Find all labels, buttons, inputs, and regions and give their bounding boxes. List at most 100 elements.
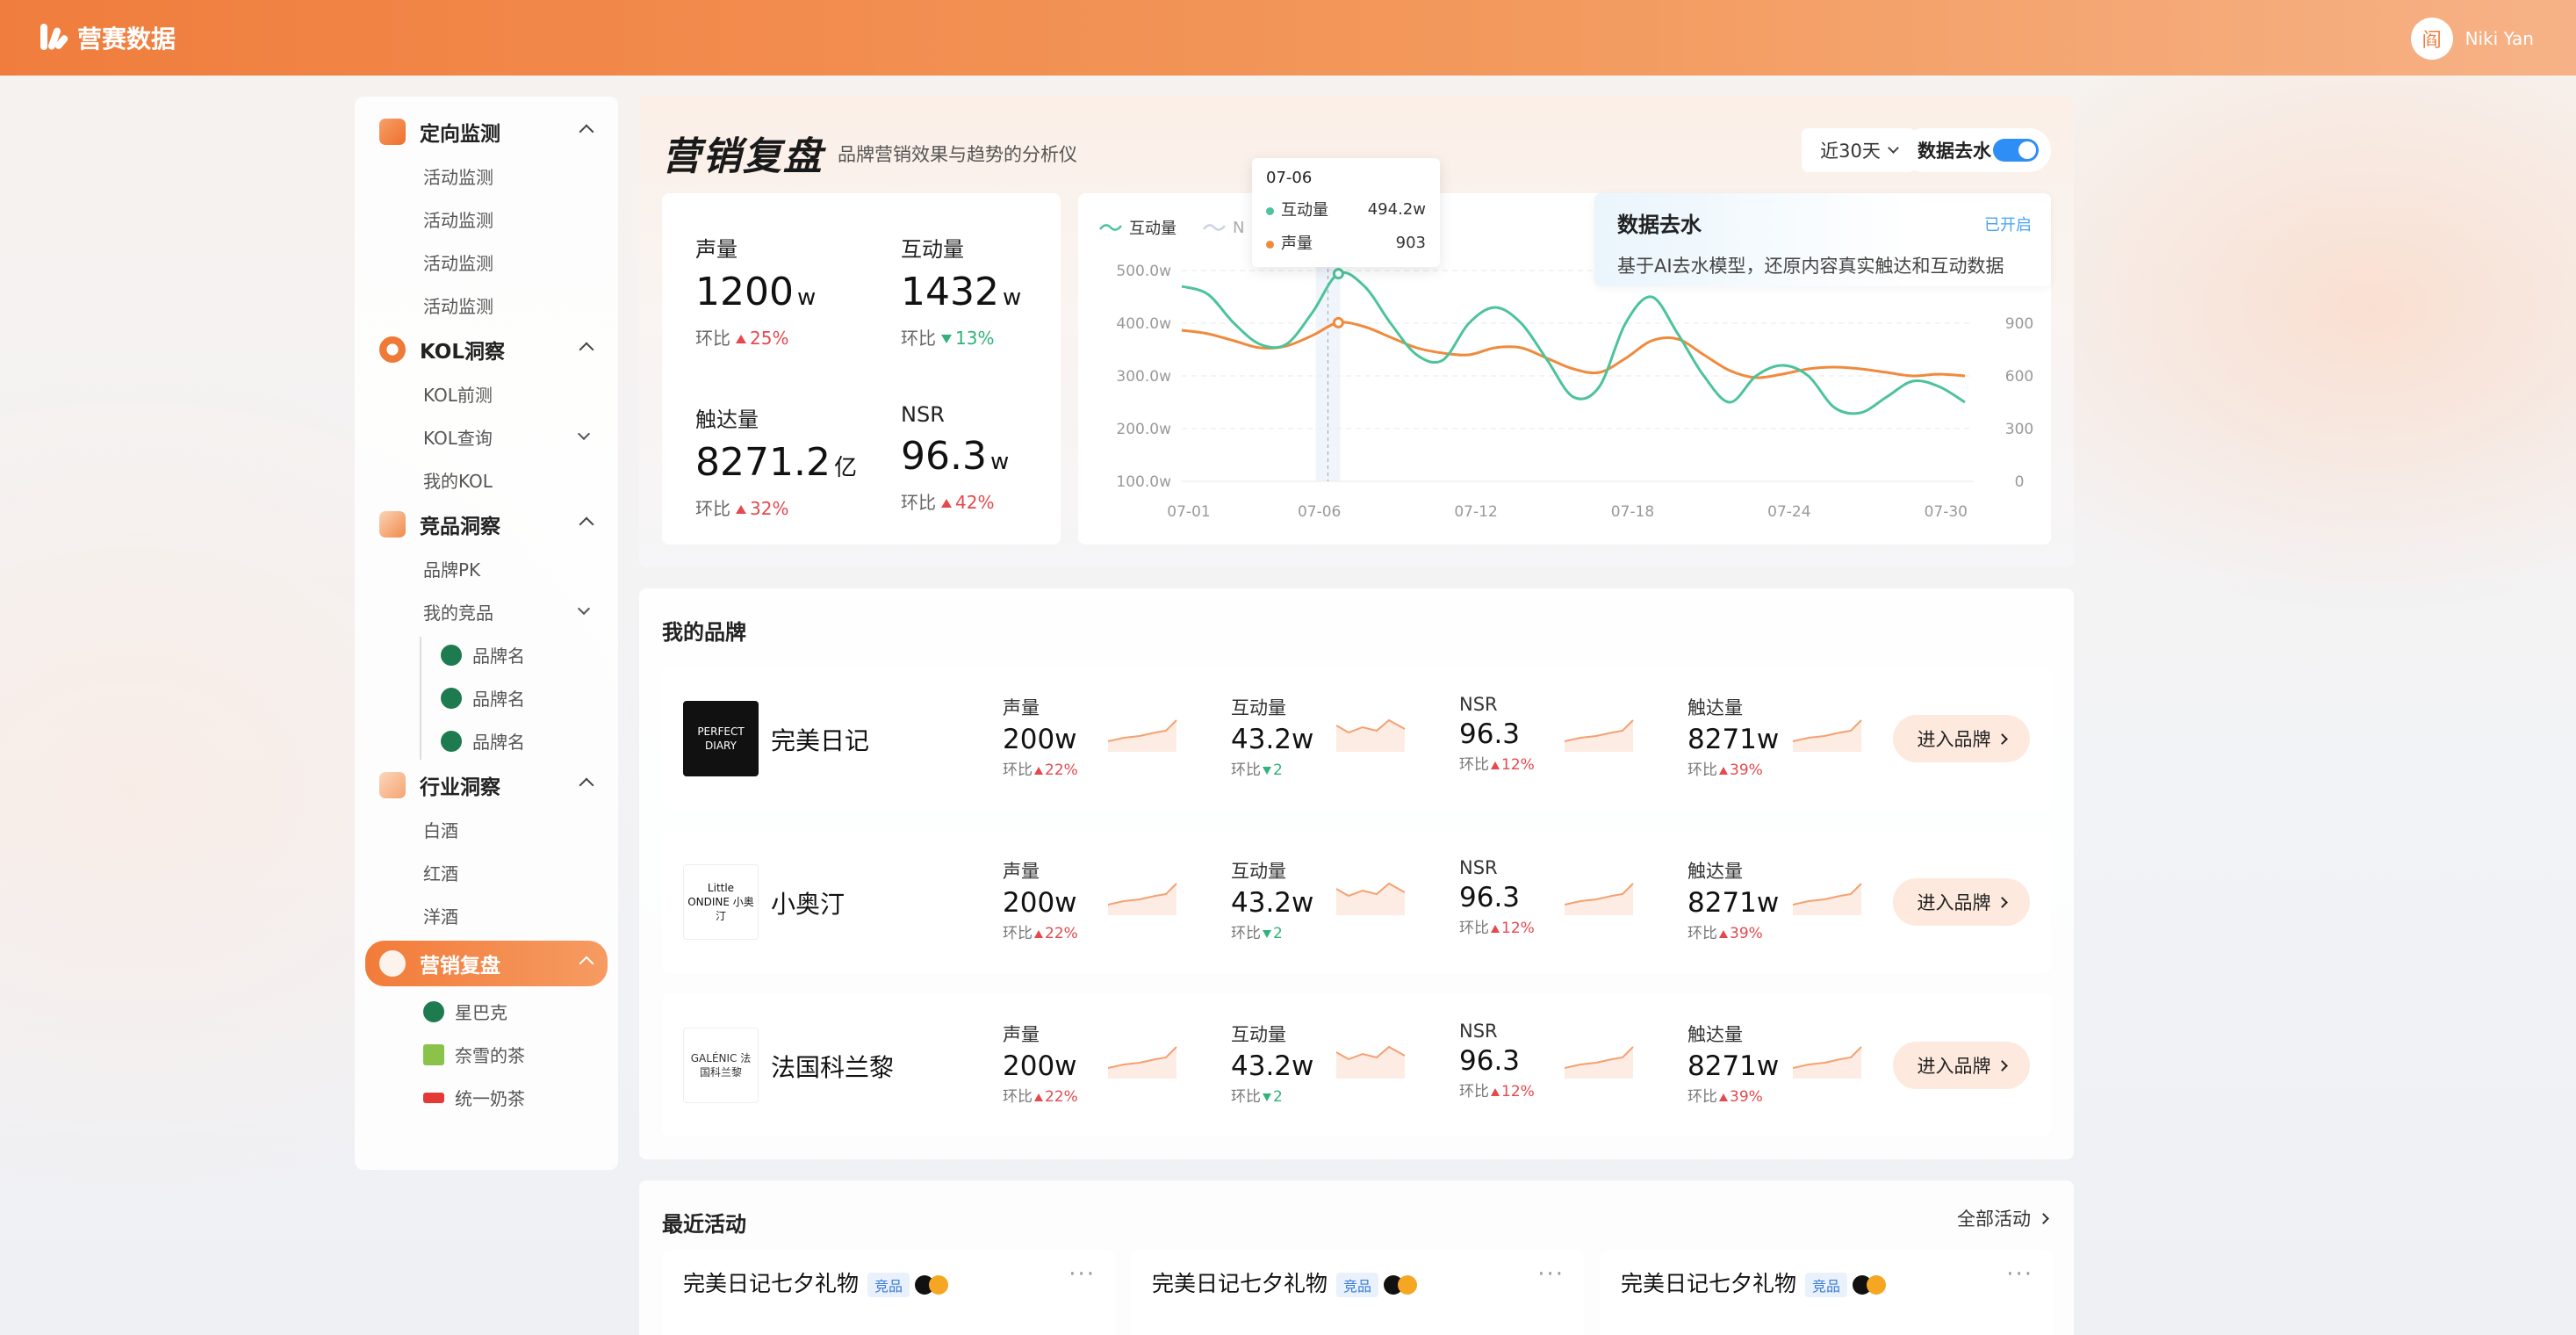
app-name: 营赛数据: [77, 25, 176, 54]
sidebar-item[interactable]: 品牌PK: [365, 547, 608, 590]
brand-row: GALÉNIC 法国科兰黎 法国科兰黎 声量 200w 环比 22% 互动量 43…: [662, 994, 2051, 1137]
sidebar-item[interactable]: KOL前测: [365, 372, 608, 415]
kpi-compare: 环比 25%: [695, 328, 789, 349]
arrow-up-icon: [941, 499, 952, 508]
arrow-up-icon: [1491, 761, 1500, 769]
enter-brand-button[interactable]: 进入品牌: [1893, 878, 2030, 926]
sidebar-subitem-label: 品牌名: [472, 689, 525, 710]
more-icon[interactable]: ···: [1537, 1261, 1565, 1288]
arrow-down-icon: [1263, 1093, 1271, 1101]
kpi-nsr: NSR 96.3 w 环比 42%: [901, 402, 1076, 514]
user-name: Niki Yan: [2464, 28, 2534, 49]
marketing-review-panel: 营销复盘 品牌营销效果与趋势的分析仪 近30天 数据去水 声量 1200 w 环比…: [639, 97, 2074, 567]
sidebar-item[interactable]: 活动监测: [365, 284, 608, 327]
dewater-toggle-wrap[interactable]: 数据去水: [1902, 128, 2051, 172]
kpi-value: 1432 w: [901, 270, 1022, 314]
brand-name: 小奥汀: [771, 890, 845, 919]
sidebar: 定向监测 活动监测 活动监测 活动监测 活动监测 KOL洞察 KOL前测 KOL…: [355, 97, 618, 1170]
sidebar-item-label: 洋酒: [423, 906, 458, 927]
arrow-down-icon: [941, 335, 952, 343]
sparkline: [1336, 1045, 1406, 1079]
brand-icon: [441, 730, 462, 752]
popover-desc: 基于AI去水模型，还原内容真实触达和互动数据: [1617, 256, 2004, 277]
brand-icon: [441, 687, 462, 709]
enter-brand-button[interactable]: 进入品牌: [1893, 715, 2030, 762]
review-icon: [379, 950, 406, 977]
more-icon[interactable]: ···: [1069, 1261, 1096, 1288]
y-tick-right: 300: [2005, 421, 2033, 438]
document-icon: [379, 772, 406, 798]
activity-card[interactable]: 完美日记七夕礼物 竞品 ···: [1131, 1251, 1584, 1335]
chevron-right-icon: [1996, 1059, 2008, 1072]
sparkline: [1565, 1046, 1634, 1079]
y-tick-left: 300.0w: [1116, 368, 1171, 386]
chevron-up-icon[interactable]: [579, 777, 594, 793]
sidebar-item[interactable]: 我的竞品: [365, 590, 608, 633]
brand-logo: GALÉNIC 法国科兰黎: [683, 1028, 759, 1103]
nayuki-icon: [423, 1043, 444, 1065]
sidebar-item[interactable]: KOL查询: [365, 415, 608, 458]
all-activities-link[interactable]: 全部活动: [1957, 1205, 2049, 1231]
sidebar-group-competitor[interactable]: 竞品洞察: [365, 502, 608, 547]
uni-icon: [423, 1092, 444, 1103]
hover-point: [1332, 268, 1344, 280]
sidebar-group-kol[interactable]: KOL洞察: [365, 327, 608, 372]
chevron-down-icon[interactable]: [577, 427, 591, 441]
app-logo[interactable]: 营赛数据: [39, 20, 176, 55]
popover-status: 已开启: [1984, 216, 2032, 235]
sidebar-item[interactable]: 白酒: [365, 808, 608, 851]
sidebar-subitem[interactable]: 品牌名: [365, 676, 608, 719]
sidebar-item[interactable]: 奈雪的茶: [365, 1033, 608, 1076]
recent-activities-section: 最近活动 全部活动 完美日记七夕礼物 竞品 ··· 完美日记七夕礼物 竞品 ··· …: [639, 1180, 2074, 1335]
chevron-up-icon[interactable]: [579, 342, 594, 357]
chevron-up-icon[interactable]: [579, 956, 594, 971]
arrow-up-icon: [1034, 767, 1043, 775]
sidebar-group-marketing-review[interactable]: 营销复盘: [365, 941, 608, 986]
sidebar-item-label: 活动监测: [423, 296, 493, 317]
chevron-up-icon[interactable]: [579, 516, 594, 532]
sidebar-item-label: 活动监测: [423, 210, 493, 231]
chevron-up-icon[interactable]: [579, 124, 594, 140]
x-tick: 07-01: [1167, 503, 1210, 521]
sidebar-subitem[interactable]: 品牌名: [365, 719, 608, 762]
sidebar-group-directed-monitor[interactable]: 定向监测: [365, 109, 608, 155]
sidebar-subitem[interactable]: 品牌名: [365, 633, 608, 676]
kpi-panel: 声量 1200 w 环比 25% 互动量 1432 w 环比 13% 触达量 8271.…: [662, 193, 1061, 545]
kpi-interaction: 互动量 1432 w 环比 13%: [901, 232, 1076, 350]
sparkline: [1108, 883, 1177, 915]
activity-card[interactable]: 完美日记七夕礼物 竞品 ···: [662, 1251, 1115, 1335]
y-tick-right: 600: [2005, 368, 2033, 386]
chevron-down-icon[interactable]: [577, 602, 591, 616]
activity-tag: 竞品: [1336, 1273, 1379, 1297]
user-menu[interactable]: 阎 Niki Yan: [2410, 18, 2534, 60]
sidebar-item[interactable]: 我的KOL: [365, 458, 608, 502]
kpi-value: 1200 w: [695, 270, 817, 314]
activity-card[interactable]: 完美日记七夕礼物 竞品 ···: [1600, 1251, 2053, 1335]
enter-brand-button[interactable]: 进入品牌: [1893, 1042, 2030, 1089]
sidebar-item-label: 奈雪的茶: [455, 1045, 525, 1066]
kpi-reach: 触达量 8271.2 亿 环比 32%: [695, 402, 871, 520]
date-range-select[interactable]: 近30天: [1802, 128, 1916, 172]
activity-title: 完美日记七夕礼物: [683, 1271, 860, 1296]
dewater-toggle[interactable]: [1993, 139, 2039, 162]
sidebar-item[interactable]: 活动监测: [365, 155, 608, 198]
sidebar-group-industry[interactable]: 行业洞察: [365, 762, 608, 808]
dewater-label: 数据去水: [1918, 141, 1991, 162]
sidebar-item[interactable]: 红酒: [365, 851, 608, 894]
sidebar-item[interactable]: 活动监测: [365, 198, 608, 241]
chevron-right-icon: [1996, 732, 2008, 745]
sidebar-item[interactable]: 洋酒: [365, 894, 608, 937]
sidebar-item[interactable]: 星巴克: [365, 990, 608, 1033]
brand-logo: Little ONDINE 小奥汀: [683, 864, 759, 940]
sidebar-item[interactable]: 统一奶茶: [365, 1076, 608, 1119]
popover-title: 数据去水: [1617, 213, 1702, 237]
x-tick: 07-24: [1767, 503, 1810, 521]
kpi-compare: 环比 13%: [901, 328, 995, 349]
sparkline: [1793, 1046, 1862, 1079]
x-tick: 07-12: [1454, 503, 1497, 521]
brand-row: Little ONDINE 小奥汀 小奥汀 声量 200w 环比 22% 互动量 …: [662, 831, 2051, 973]
sidebar-item-label: 活动监测: [423, 253, 493, 274]
more-icon[interactable]: ···: [2006, 1261, 2033, 1288]
sidebar-item[interactable]: 活动监测: [365, 241, 608, 284]
arrow-up-icon: [736, 335, 746, 343]
